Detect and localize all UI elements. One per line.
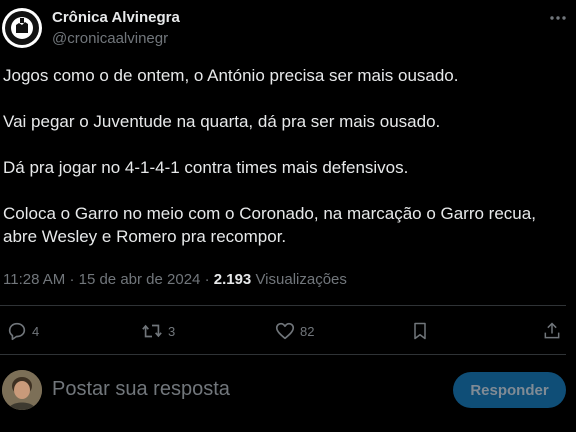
retweet-icon — [142, 324, 162, 338]
retweet-action[interactable]: 3 — [140, 320, 175, 342]
user-avatar-image — [2, 370, 42, 410]
more-options-button[interactable] — [546, 8, 570, 28]
author-name[interactable]: Crônica Alvinegra — [52, 9, 180, 26]
tweet-time[interactable]: 11:28 AM — [3, 271, 65, 288]
like-action[interactable]: 82 — [274, 320, 314, 342]
tweet-paragraph: Jogos como o de ontem, o António precisa… — [3, 66, 459, 85]
reply-icon — [8, 322, 26, 341]
tweet-paragraph: Vai pegar o Juventude na quarta, dá pra … — [3, 112, 441, 131]
share-icon — [544, 322, 560, 339]
divider — [0, 305, 566, 306]
tweet-paragraph: Dá pra jogar no 4-1-4-1 contra times mai… — [3, 158, 409, 177]
tweet-meta: 11:28 AM · 15 de abr de 2024 · 2.193 Vis… — [3, 271, 347, 288]
like-count: 82 — [300, 323, 315, 339]
user-avatar[interactable] — [2, 370, 42, 410]
reply-submit-button[interactable]: Responder — [453, 372, 566, 408]
heart-icon — [275, 322, 295, 340]
views-label: Visualizações — [255, 271, 347, 288]
reply-input[interactable]: Postar sua resposta — [52, 378, 230, 401]
more-dots-icon — [550, 16, 566, 20]
author-avatar[interactable] — [2, 8, 42, 48]
bookmark-icon — [414, 322, 426, 340]
author-handle[interactable]: @cronicaalvinegr — [52, 30, 168, 47]
divider — [0, 354, 566, 355]
reply-count: 4 — [32, 323, 40, 339]
tweet-date[interactable]: 15 de abr de 2024 — [79, 271, 201, 288]
club-crest-icon — [3, 9, 41, 47]
reply-action[interactable]: 4 — [6, 320, 39, 342]
retweet-count: 3 — [168, 323, 176, 339]
bookmark-action[interactable] — [410, 320, 430, 342]
tweet-text: Jogos como o de ontem, o António precisa… — [3, 64, 563, 271]
meta-separator: · — [69, 271, 75, 288]
meta-separator: · — [204, 271, 210, 288]
share-action[interactable] — [542, 320, 562, 342]
tweet-paragraph: Coloca o Garro no meio com o Coronado, n… — [3, 204, 536, 246]
views-count: 2.193 — [213, 271, 252, 288]
